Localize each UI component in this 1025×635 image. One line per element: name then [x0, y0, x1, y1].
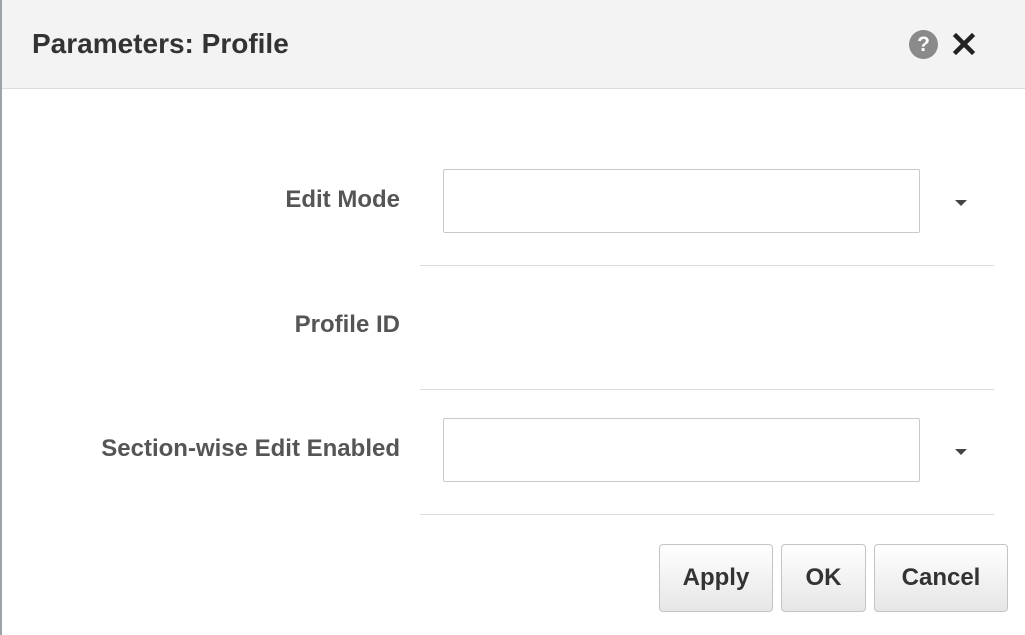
edit-mode-select[interactable]	[443, 169, 920, 233]
dialog-title: Parameters: Profile	[32, 28, 289, 59]
row-separator	[420, 389, 994, 390]
section-wise-edit-enabled-label: Section-wise Edit Enabled	[101, 435, 400, 462]
section-wise-edit-enabled-select[interactable]	[443, 418, 920, 482]
row-separator	[420, 265, 994, 266]
cancel-button[interactable]: Cancel	[874, 544, 1008, 612]
close-icon[interactable]	[948, 26, 980, 62]
row-separator	[420, 514, 994, 515]
edit-mode-dropdown-arrow-icon[interactable]	[952, 196, 970, 208]
edit-mode-label: Edit Mode	[285, 186, 400, 213]
help-icon[interactable]: ?	[909, 30, 938, 59]
section-wise-edit-enabled-dropdown-arrow-icon[interactable]	[952, 445, 970, 457]
profile-id-label: Profile ID	[294, 311, 400, 338]
parameters-dialog: Parameters: Profile ? Edit Mode Profile …	[0, 0, 1025, 635]
dialog-title-bar: Parameters: Profile ?	[2, 0, 1025, 89]
ok-button[interactable]: OK	[781, 544, 866, 612]
apply-button[interactable]: Apply	[659, 544, 773, 612]
